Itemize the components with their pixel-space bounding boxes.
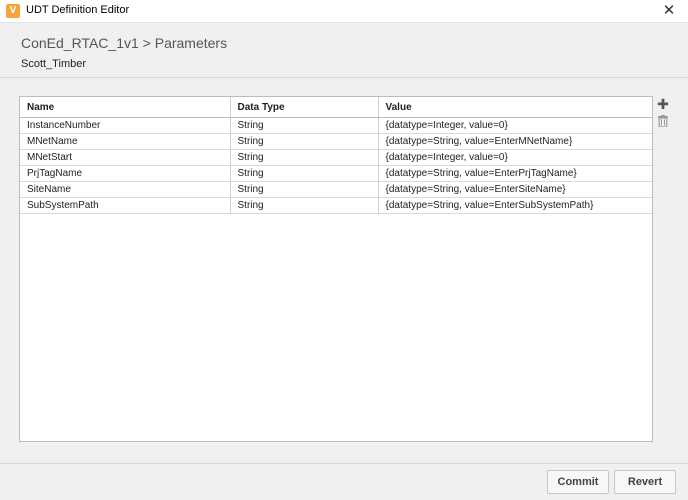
table-row[interactable]: SiteName String {datatype=String, value=… [20,181,652,198]
table-header-row: Name Data Type Value [20,97,652,118]
commit-button[interactable]: Commit [547,470,609,494]
close-icon[interactable]: ✕ [660,2,678,20]
dialog-footer: Commit Revert [0,463,688,500]
app-logo-icon: V [6,4,20,18]
cell-data-type[interactable]: String [230,197,379,214]
cell-data-type[interactable]: String [230,181,379,198]
breadcrumb: ConEd_RTAC_1v1 > Parameters [21,35,228,51]
table-row[interactable]: InstanceNumber String {datatype=Integer,… [20,117,652,134]
cell-value[interactable]: {datatype=Integer, value=0} [378,117,652,134]
revert-button[interactable]: Revert [614,470,676,494]
column-header-name[interactable]: Name [20,97,231,118]
cell-data-type[interactable]: String [230,165,379,182]
column-header-data-type[interactable]: Data Type [230,97,379,118]
table-row[interactable]: SubSystemPath String {datatype=String, v… [20,197,652,214]
parameters-table: Name Data Type Value InstanceNumber Stri… [20,97,652,214]
title-bar: V UDT Definition Editor ✕ [0,0,688,23]
row-actions: ✚ [656,97,670,128]
table-row[interactable]: MNetName String {datatype=String, value=… [20,133,652,150]
table-row[interactable]: PrjTagName String {datatype=String, valu… [20,165,652,182]
plus-icon[interactable]: ✚ [656,97,670,111]
cell-name[interactable]: InstanceNumber [20,117,231,134]
cell-name[interactable]: MNetName [20,133,231,150]
udt-definition-editor-window: V UDT Definition Editor ✕ ConEd_RTAC_1v1… [0,0,688,500]
trash-icon[interactable] [656,114,670,128]
cell-name[interactable]: PrjTagName [20,165,231,182]
cell-value[interactable]: {datatype=Integer, value=0} [378,149,652,166]
window-title: UDT Definition Editor [26,4,130,16]
editor-header: ConEd_RTAC_1v1 > Parameters Scott_Timber [0,23,688,78]
parameters-table-container: Name Data Type Value InstanceNumber Stri… [19,96,653,442]
cell-value[interactable]: {datatype=String, value=EnterMNetName} [378,133,652,150]
cell-name[interactable]: MNetStart [20,149,231,166]
cell-data-type[interactable]: String [230,149,379,166]
cell-value[interactable]: {datatype=String, value=EnterSubSystemPa… [378,197,652,214]
cell-value[interactable]: {datatype=String, value=EnterPrjTagName} [378,165,652,182]
cell-name[interactable]: SiteName [20,181,231,198]
cell-value[interactable]: {datatype=String, value=EnterSiteName} [378,181,652,198]
cell-data-type[interactable]: String [230,117,379,134]
cell-data-type[interactable]: String [230,133,379,150]
cell-name[interactable]: SubSystemPath [20,197,231,214]
column-header-value[interactable]: Value [378,97,652,118]
trash-icon-graphic [658,115,668,128]
table-row[interactable]: MNetStart String {datatype=Integer, valu… [20,149,652,166]
page-subtitle: Scott_Timber [21,58,87,70]
